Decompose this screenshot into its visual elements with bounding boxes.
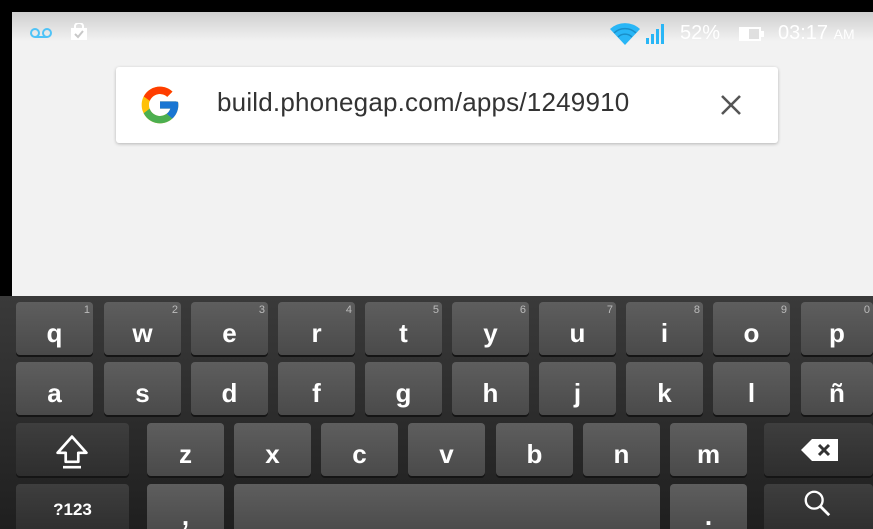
device-frame-top [0, 0, 873, 12]
key-label: v [439, 439, 454, 469]
space-key[interactable] [234, 484, 660, 529]
phone-screen: 52% 03:17 AM build.phonegap.com/apps/124… [0, 0, 873, 529]
key-label: o [743, 318, 760, 348]
period-key[interactable]: . [670, 484, 747, 529]
key-label: m [696, 439, 721, 469]
shift-key[interactable] [16, 423, 129, 476]
key-label: k [657, 378, 672, 408]
key-hint: 1 [83, 304, 90, 316]
key-e[interactable]: 3e [191, 302, 268, 355]
key-label: c [352, 439, 367, 469]
key-hint: 4 [345, 304, 352, 316]
backspace-icon [801, 439, 838, 461]
key-label: , [181, 501, 190, 529]
key-label: . [704, 501, 713, 529]
key-hint: 2 [171, 304, 178, 316]
clock: 03:17 AM [778, 22, 855, 45]
key-u[interactable]: 7u [539, 302, 616, 355]
url-text[interactable]: build.phonegap.com/apps/1249910 [217, 87, 629, 118]
key-label: s [135, 378, 150, 408]
key-i[interactable]: 8i [626, 302, 703, 355]
key-hint: 8 [693, 304, 700, 316]
key-label: x [265, 439, 280, 469]
key-d[interactable]: d [191, 362, 268, 415]
key-f[interactable]: f [278, 362, 355, 415]
key-n[interactable]: n [583, 423, 660, 476]
key-x[interactable]: x [234, 423, 311, 476]
key-label: h [482, 378, 499, 408]
key-o[interactable]: 9o [713, 302, 790, 355]
key-m[interactable]: m [670, 423, 747, 476]
key-label: n [613, 439, 630, 469]
key-label: i [660, 318, 669, 348]
key-label: g [395, 378, 412, 408]
search-bar[interactable]: build.phonegap.com/apps/1249910 [116, 67, 778, 143]
key-b[interactable]: b [496, 423, 573, 476]
key-t[interactable]: 5t [365, 302, 442, 355]
key-l[interactable]: l [713, 362, 790, 415]
key-label: r [311, 318, 322, 348]
key-label: a [47, 378, 62, 408]
key-z[interactable]: z [147, 423, 224, 476]
key-s[interactable]: s [104, 362, 181, 415]
key-r[interactable]: 4r [278, 302, 355, 355]
key-hint: 5 [432, 304, 439, 316]
key-j[interactable]: j [539, 362, 616, 415]
wifi-icon [610, 23, 640, 45]
key-label: l [747, 378, 756, 408]
key-y[interactable]: 6y [452, 302, 529, 355]
key-a[interactable]: a [16, 362, 93, 415]
key-hint: 9 [780, 304, 787, 316]
key-label: ?123 [53, 500, 92, 519]
status-bar: 52% 03:17 AM [12, 12, 873, 54]
backspace-key[interactable] [764, 423, 873, 476]
signal-icon [646, 24, 664, 44]
key-label: u [569, 318, 586, 348]
battery-percent: 52% [680, 22, 721, 44]
clock-ampm: AM [833, 26, 855, 42]
voicemail-icon [30, 28, 52, 38]
key-w[interactable]: 2w [104, 302, 181, 355]
key-label: t [399, 318, 408, 348]
key-label: p [829, 318, 845, 348]
key-label: f [312, 378, 321, 408]
key-n-tilde[interactable]: ñ [801, 362, 873, 415]
key-label: q [46, 318, 63, 348]
comma-key[interactable]: , [147, 484, 224, 529]
key-label: j [573, 378, 582, 408]
google-g-icon [141, 86, 179, 124]
key-k[interactable]: k [626, 362, 703, 415]
search-key[interactable] [764, 484, 873, 529]
key-h[interactable]: h [452, 362, 529, 415]
device-frame-left [0, 0, 12, 296]
key-g[interactable]: g [365, 362, 442, 415]
key-q[interactable]: 1q [16, 302, 93, 355]
key-hint: 0 [863, 304, 870, 316]
key-v[interactable]: v [408, 423, 485, 476]
close-icon[interactable] [717, 91, 745, 119]
shift-icon [56, 435, 88, 469]
key-label: z [179, 439, 192, 469]
key-label: w [132, 318, 153, 348]
key-hint: 3 [258, 304, 265, 316]
keyboard: 1q 2w 3e 4r 5t 6y 7u 8i 9o 0p a s d f g … [0, 296, 873, 529]
key-label: d [221, 378, 238, 408]
key-hint: 6 [519, 304, 526, 316]
shopping-bag-icon [71, 23, 87, 40]
key-label: b [526, 439, 543, 469]
key-label: y [483, 318, 498, 348]
key-hint: 7 [606, 304, 613, 316]
search-icon [804, 490, 831, 517]
key-p[interactable]: 0p [801, 302, 873, 355]
app-area: build.phonegap.com/apps/1249910 [12, 54, 873, 296]
clock-time: 03:17 [778, 22, 829, 44]
symbols-key[interactable]: ?123 [16, 484, 129, 529]
key-label: e [222, 318, 237, 348]
key-c[interactable]: c [321, 423, 398, 476]
battery-icon [739, 27, 764, 41]
key-label: ñ [829, 378, 845, 408]
